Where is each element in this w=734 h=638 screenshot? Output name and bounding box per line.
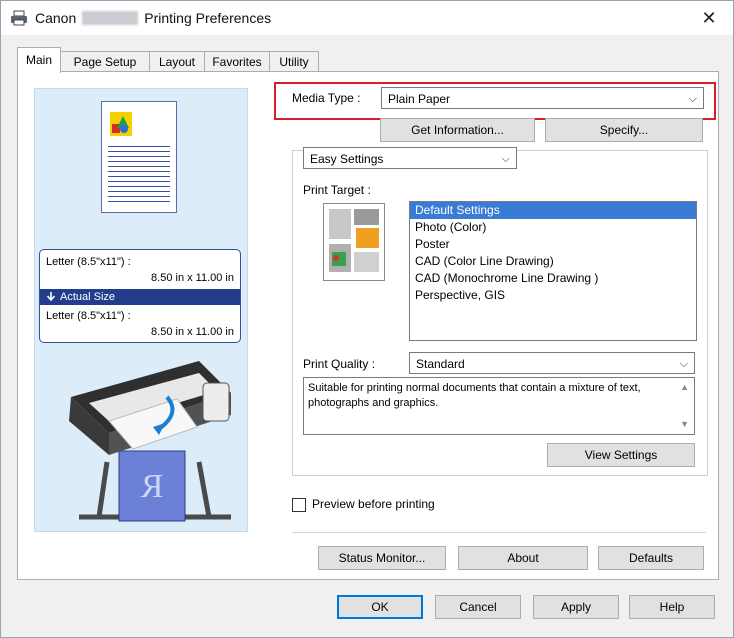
scale-bar: Actual Size: [40, 289, 240, 305]
title-bar: Canon Printing Preferences ✕: [1, 1, 733, 35]
chevron-down-icon: ⌵: [679, 358, 688, 370]
printer-icon: [11, 10, 27, 26]
print-quality-label: Print Quality :: [303, 357, 376, 371]
list-item-cad-color[interactable]: CAD (Color Line Drawing): [410, 253, 696, 270]
tab-layout[interactable]: Layout: [149, 51, 205, 72]
settings-mode-value: Easy Settings: [310, 152, 384, 166]
main-tab-panel: Letter (8.5"x11") : 8.50 in x 11.00 in A…: [17, 71, 719, 580]
settings-mode-dropdown[interactable]: Easy Settings ⌵: [303, 147, 517, 169]
view-settings-button[interactable]: View Settings: [547, 443, 695, 467]
print-quality-value: Standard: [416, 357, 465, 371]
list-item-default-settings[interactable]: Default Settings: [410, 202, 696, 219]
print-quality-description: Suitable for printing normal documents t…: [303, 377, 695, 435]
preview-before-printing-label: Preview before printing: [312, 497, 435, 511]
get-information-button[interactable]: Get Information...: [380, 118, 535, 142]
tab-utility[interactable]: Utility: [269, 51, 319, 72]
input-paper-size: Letter (8.5"x11") :: [46, 256, 131, 268]
title-prefix: Canon: [35, 10, 77, 26]
printout-letter: R: [140, 468, 163, 505]
arrow-down-icon: [46, 292, 56, 302]
scale-label: Actual Size: [60, 291, 116, 303]
media-type-dropdown[interactable]: Plain Paper ⌵: [381, 87, 704, 109]
preview-before-printing-checkbox[interactable]: [292, 498, 306, 512]
input-paper-dims: 8.50 in x 11.00 in: [151, 272, 234, 284]
window-title: Canon Printing Preferences: [35, 10, 271, 26]
description-text: Suitable for printing normal documents t…: [308, 382, 641, 409]
paper-size-summary: Letter (8.5"x11") : 8.50 in x 11.00 in A…: [39, 249, 241, 343]
settings-preview: Letter (8.5"x11") : 8.50 in x 11.00 in A…: [34, 88, 248, 532]
about-button[interactable]: About: [458, 546, 588, 570]
media-type-label: Media Type :: [292, 91, 361, 105]
list-item-photo-color[interactable]: Photo (Color): [410, 219, 696, 236]
specify-button[interactable]: Specify...: [545, 118, 703, 142]
defaults-button[interactable]: Defaults: [598, 546, 704, 570]
large-format-printer-illustration: R: [69, 361, 231, 522]
easy-settings-group: Easy Settings ⌵ Print Target : Default S…: [292, 147, 708, 476]
apply-button[interactable]: Apply: [533, 595, 619, 619]
list-item-poster[interactable]: Poster: [410, 236, 696, 253]
redacted-model-name: [82, 11, 139, 25]
scroll-down-icon[interactable]: ▼: [680, 417, 689, 432]
print-target-list[interactable]: Default Settings Photo (Color) Poster CA…: [409, 201, 697, 341]
list-item-perspective-gis[interactable]: Perspective, GIS: [410, 287, 696, 304]
divider: [292, 532, 706, 533]
tab-page-setup[interactable]: Page Setup: [60, 51, 150, 72]
title-suffix: Printing Preferences: [144, 10, 272, 26]
printing-preferences-window: Canon Printing Preferences ✕ Main Page Se…: [0, 0, 734, 638]
tab-favorites[interactable]: Favorites: [204, 51, 270, 72]
print-quality-dropdown[interactable]: Standard ⌵: [409, 352, 695, 374]
print-target-label: Print Target :: [303, 183, 371, 197]
close-icon: ✕: [701, 8, 717, 28]
print-target-thumbnail: [323, 203, 385, 281]
list-item-cad-monochrome[interactable]: CAD (Monochrome Line Drawing ): [410, 270, 696, 287]
text-lines: [108, 146, 170, 204]
cancel-button[interactable]: Cancel: [435, 595, 521, 619]
media-type-value: Plain Paper: [388, 92, 451, 106]
help-button[interactable]: Help: [629, 595, 715, 619]
status-monitor-button[interactable]: Status Monitor...: [318, 546, 446, 570]
close-button[interactable]: ✕: [695, 6, 723, 30]
ok-button[interactable]: OK: [337, 595, 423, 619]
chevron-down-icon: ⌵: [688, 93, 697, 105]
tab-main[interactable]: Main: [17, 47, 61, 73]
output-paper-dims: 8.50 in x 11.00 in: [151, 326, 234, 338]
sample-graphic-icon: [110, 112, 132, 136]
output-paper-size: Letter (8.5"x11") :: [46, 310, 131, 322]
page-preview: [101, 101, 177, 213]
chevron-down-icon: ⌵: [501, 153, 510, 165]
scroll-up-icon[interactable]: ▲: [680, 380, 689, 395]
